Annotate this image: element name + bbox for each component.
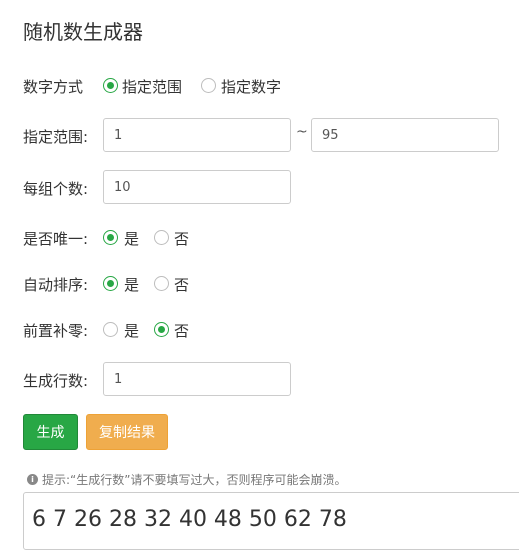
radio-pad-yes[interactable] (103, 322, 118, 337)
generate-button[interactable]: 生成 (23, 414, 78, 450)
page-title: 随机数生成器 (23, 20, 143, 44)
rows-label: 生成行数: (23, 372, 89, 390)
auto-sort-label: 自动排序: (23, 276, 89, 294)
radio-unique-no[interactable] (154, 230, 169, 245)
radio-mode-range-label[interactable]: 指定范围 (122, 76, 182, 97)
radio-mode-number[interactable] (201, 78, 216, 93)
radio-sort-yes-label[interactable]: 是 (124, 274, 139, 295)
info-icon: i (27, 474, 38, 485)
group-count-input[interactable] (103, 170, 291, 204)
unique-label: 是否唯一: (23, 230, 89, 248)
radio-pad-no-label[interactable]: 否 (174, 320, 189, 341)
radio-unique-no-label[interactable]: 否 (174, 228, 189, 249)
range-max-input[interactable] (311, 118, 499, 152)
range-separator: ~ (296, 124, 308, 140)
radio-mode-number-label[interactable]: 指定数字 (221, 76, 281, 97)
radio-unique-yes[interactable] (103, 230, 118, 245)
zero-pad-label: 前置补零: (23, 322, 89, 340)
radio-unique-yes-label[interactable]: 是 (124, 228, 139, 249)
radio-mode-range[interactable] (103, 78, 118, 93)
radio-pad-yes-label[interactable]: 是 (124, 320, 139, 341)
number-mode-label: 数字方式 (23, 78, 84, 96)
radio-sort-no-label[interactable]: 否 (174, 274, 189, 295)
tip-row: i 提示:“生成行数”请不要填写过大，否则程序可能会崩溃。 (27, 471, 346, 488)
range-label: 指定范围: (23, 128, 89, 146)
rows-input[interactable] (103, 362, 291, 396)
radio-sort-no[interactable] (154, 276, 169, 291)
copy-result-button[interactable]: 复制结果 (86, 414, 168, 450)
radio-sort-yes[interactable] (103, 276, 118, 291)
tip-text: 提示:“生成行数”请不要填写过大，否则程序可能会崩溃。 (42, 473, 347, 487)
result-output[interactable]: 6 7 26 28 32 40 48 50 62 78 (23, 492, 519, 550)
group-count-label: 每组个数: (23, 180, 89, 198)
radio-pad-no[interactable] (154, 322, 169, 337)
range-min-input[interactable] (103, 118, 291, 152)
